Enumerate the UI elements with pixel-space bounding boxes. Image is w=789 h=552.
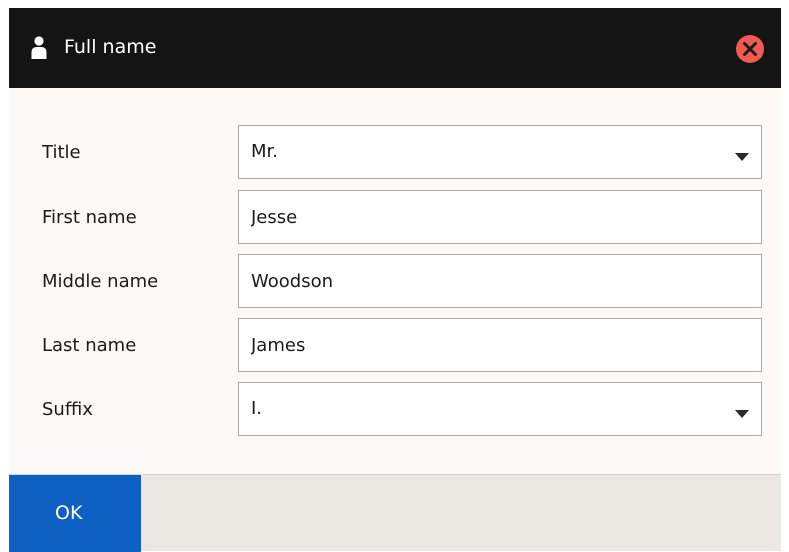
close-icon[interactable]	[735, 34, 765, 64]
person-icon	[31, 36, 47, 60]
first-name-row: First name	[9, 190, 781, 246]
dialog-title: Full name	[64, 36, 157, 58]
chevron-down-icon	[735, 147, 749, 161]
suffix-select-value: I.	[251, 398, 263, 419]
last-name-row: Last name	[9, 318, 781, 374]
first-name-label: First name	[42, 207, 137, 228]
first-name-field[interactable]	[239, 191, 761, 243]
last-name-label: Last name	[42, 335, 137, 356]
suffix-row: Suffix I.	[9, 382, 781, 438]
title-label: Title	[42, 142, 81, 163]
last-name-field-box	[238, 318, 762, 372]
dialog-footer: OK	[9, 474, 781, 552]
ok-button[interactable]: OK	[9, 475, 141, 552]
title-select-value: Mr.	[251, 141, 278, 162]
middle-name-row: Middle name	[9, 254, 781, 310]
title-row: Title Mr.	[9, 125, 781, 181]
dialog-titlebar: Full name	[9, 8, 781, 88]
middle-name-field-box	[238, 254, 762, 308]
last-name-field[interactable]	[239, 319, 761, 371]
middle-name-label: Middle name	[42, 271, 159, 292]
first-name-field-box	[238, 190, 762, 244]
middle-name-field[interactable]	[239, 255, 761, 307]
suffix-label: Suffix	[42, 399, 93, 420]
chevron-down-icon	[735, 404, 749, 418]
suffix-select[interactable]: I.	[238, 382, 762, 436]
title-select[interactable]: Mr.	[238, 125, 762, 179]
full-name-dialog: Full name Title Mr. First name Middle na…	[9, 8, 781, 552]
